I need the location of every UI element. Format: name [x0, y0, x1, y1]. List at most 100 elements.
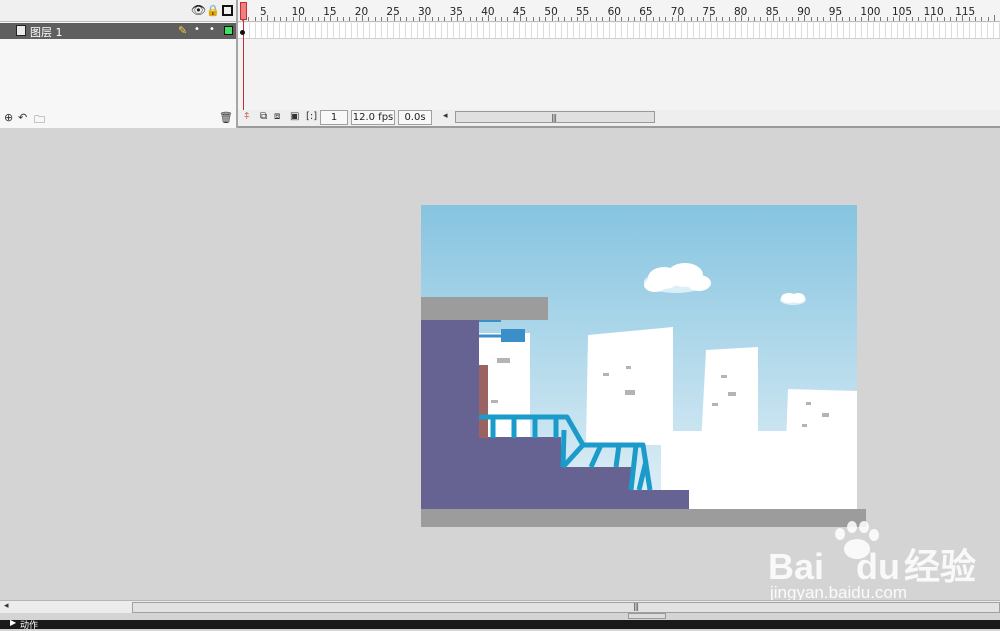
baidu-watermark: Bai du 经验 jingyan.baidu.com [768, 520, 988, 610]
stage-canvas[interactable] [421, 205, 866, 527]
frame-row[interactable] [238, 23, 1000, 39]
ruler-tick [532, 17, 534, 21]
ruler-tick [956, 17, 958, 21]
ruler-tick [355, 17, 357, 21]
ruler-tick [488, 15, 490, 21]
ruler-tick [823, 17, 825, 21]
ruler-tick [652, 17, 654, 21]
ruler-tick [507, 17, 509, 21]
actions-panel-label[interactable]: 动作 [20, 618, 38, 631]
ruler-tick [437, 17, 439, 21]
actions-panel-bar[interactable]: ▶ 动作 [0, 618, 1000, 631]
ruler-tick [317, 17, 319, 21]
ruler-tick [867, 15, 869, 21]
ruler-tick [463, 17, 465, 21]
timeline-panel: 👁 🔒 图层 1 ✎ • • ⊕ ↶ 🗀 🗑 5 10 15 20 25 30 35 40 45… [0, 0, 1000, 128]
ruler-tick [899, 15, 901, 21]
ruler-tick [324, 17, 326, 21]
ruler-tick [520, 15, 522, 21]
ruler-tick [994, 15, 996, 21]
ruler-tick [987, 17, 989, 21]
frame-ruler[interactable]: 5 10 15 20 25 30 35 40 45 50 55 60 65 70 75 80 85 90 95 100… [238, 0, 1000, 22]
watermark-brand-tail: du [856, 546, 901, 587]
frame-rate[interactable]: 12.0 fps [351, 110, 395, 125]
add-folder-icon[interactable]: 🗀 [34, 111, 45, 130]
scroll-left-icon[interactable]: ◂ [4, 601, 9, 611]
ruler-tick [937, 17, 939, 21]
ruler-tick [286, 17, 288, 21]
ruler-tick [513, 17, 515, 21]
ruler-tick [608, 17, 610, 21]
ruler-tick [640, 17, 642, 21]
ruler-tick [968, 17, 970, 21]
ruler-tick [311, 17, 313, 21]
layer-name[interactable]: 图层 1 [30, 24, 63, 40]
onion-skin-icon[interactable]: ⧉ [260, 111, 267, 122]
visibility-dot[interactable]: • [194, 24, 200, 35]
ruler-tick [659, 17, 661, 21]
layer-panel: 👁 🔒 图层 1 ✎ • • ⊕ ↶ 🗀 🗑 [0, 0, 236, 128]
ruler-tick [709, 15, 711, 21]
layer-footer: ⊕ ↶ 🗀 🗑 [0, 110, 236, 126]
delete-layer-icon[interactable]: 🗑 [219, 111, 233, 124]
expand-arrow-icon[interactable]: ▶ [10, 618, 16, 627]
panel-collapse-tab[interactable] [628, 613, 666, 619]
scroll-left-icon[interactable]: ◂ [443, 111, 448, 121]
ruler-tick [450, 17, 452, 21]
playhead-handle[interactable] [240, 2, 247, 20]
ruler-tick [431, 17, 433, 21]
scroll-thumb[interactable]: ||| [132, 602, 1000, 613]
ruler-tick [728, 17, 730, 21]
ruler-tick [836, 15, 838, 21]
onion-markers-icon[interactable]: [:] [306, 111, 317, 122]
ruler-tick [418, 17, 420, 21]
ruler-tick [400, 17, 401, 21]
lock-dot[interactable]: • [209, 24, 215, 35]
ruler-tick [412, 17, 414, 21]
keyframe-dot[interactable] [240, 30, 245, 35]
add-layer-icon[interactable]: ⊕ [4, 111, 13, 124]
playhead[interactable] [240, 0, 247, 110]
edit-multiple-frames-icon[interactable]: ▣ [290, 111, 299, 122]
ruler-tick [602, 17, 604, 21]
stage-hscrollbar[interactable]: ◂ ||| [0, 600, 1000, 613]
ruler-tick [975, 17, 977, 21]
ruler-tick [924, 17, 926, 21]
ruler-tick [368, 17, 370, 21]
ruler-label: 110 [923, 6, 944, 18]
ruler-tick [330, 15, 332, 21]
ruler-tick [646, 15, 648, 21]
onion-skin-outline-icon[interactable]: ⧈ [274, 111, 280, 122]
top-ledge [421, 297, 548, 320]
ruler-tick [905, 17, 907, 21]
timeline-hscrollbar[interactable]: ||| [455, 111, 655, 123]
ruler-tick [779, 17, 781, 21]
ruler-tick [753, 17, 755, 21]
ruler-tick [627, 17, 629, 21]
ruler-tick [501, 17, 503, 21]
ruler-tick [817, 17, 819, 21]
ruler-tick [716, 17, 717, 21]
scroll-grip-icon[interactable]: ||| [551, 113, 557, 122]
ruler-tick [589, 17, 591, 21]
add-guide-layer-icon[interactable]: ↶ [18, 111, 27, 124]
ruler-tick [886, 17, 888, 21]
eye-icon[interactable]: 👁 [191, 4, 206, 17]
outline-icon[interactable] [222, 5, 233, 16]
ruler-tick [930, 15, 932, 21]
layer-row[interactable]: 图层 1 ✎ • • [0, 23, 236, 39]
ruler-tick [482, 17, 484, 21]
lock-icon[interactable]: 🔒 [206, 4, 220, 17]
ruler-tick [722, 17, 724, 21]
ruler-label: 115 [955, 6, 976, 18]
ruler-tick [362, 15, 364, 21]
ruler-tick [791, 17, 793, 21]
ruler-tick [393, 15, 395, 21]
ruler-tick [381, 17, 383, 21]
center-frame-icon[interactable]: ⍏ [244, 111, 250, 122]
ruler-tick [545, 17, 547, 21]
scroll-grip-icon[interactable]: ||| [633, 602, 639, 611]
layer-color-swatch[interactable] [224, 26, 233, 35]
ruler-tick [564, 17, 566, 21]
ruler-tick [444, 17, 446, 21]
